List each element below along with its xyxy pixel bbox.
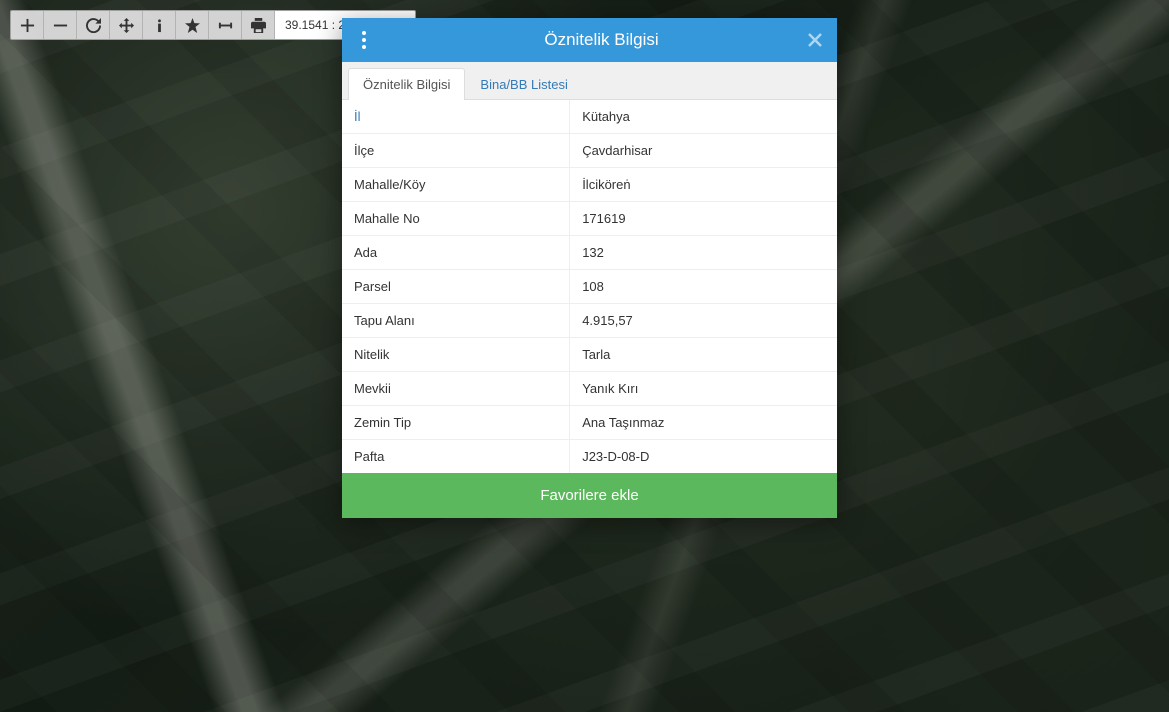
attr-value: 108	[570, 270, 837, 304]
measure-button[interactable]	[209, 11, 242, 39]
attr-value: Yanık Kırı	[570, 372, 837, 406]
attr-value: J23-D-08-D	[570, 440, 837, 474]
info-button[interactable]	[143, 11, 176, 39]
add-to-favorites-button[interactable]: Favorilere ekle	[342, 473, 837, 518]
favorite-button[interactable]	[176, 11, 209, 39]
attr-value: 4.915,57	[570, 304, 837, 338]
zoom-in-button[interactable]	[11, 11, 44, 39]
attr-value: Tarla	[570, 338, 837, 372]
attr-key: İlçe	[342, 134, 570, 168]
kebab-icon	[362, 31, 366, 49]
refresh-icon	[86, 18, 101, 33]
close-icon	[808, 33, 822, 47]
table-row: İlKütahya	[342, 100, 837, 134]
attribute-table: İlKütahyaİlçeÇavdarhisarMahalle/Köyİlcik…	[342, 100, 837, 473]
move-icon	[119, 18, 134, 33]
modal-close-button[interactable]	[801, 26, 829, 54]
attr-key: Ada	[342, 236, 570, 270]
modal-tabs: Öznitelik Bilgisi Bina/BB Listesi	[342, 62, 837, 100]
ruler-icon	[218, 18, 233, 33]
tab-bina-bb[interactable]: Bina/BB Listesi	[465, 68, 582, 100]
zoom-out-button[interactable]	[44, 11, 77, 39]
minus-icon	[53, 18, 68, 33]
table-row: Parsel108	[342, 270, 837, 304]
attr-value: İlciköreṅ	[570, 168, 837, 202]
attr-key: Tapu Alanı	[342, 304, 570, 338]
table-row: Mahalle/Köyİlciköreṅ	[342, 168, 837, 202]
table-row: Mahalle No171619	[342, 202, 837, 236]
modal-menu-button[interactable]	[342, 31, 386, 49]
modal-header: Öznitelik Bilgisi	[342, 18, 837, 62]
print-icon	[251, 18, 266, 33]
table-row: MevkiiYanık Kırı	[342, 372, 837, 406]
star-icon	[185, 18, 200, 33]
modal-title: Öznitelik Bilgisi	[386, 30, 837, 50]
attr-key: Mahalle No	[342, 202, 570, 236]
attr-value: Kütahya	[570, 100, 837, 134]
info-icon	[152, 18, 167, 33]
table-row: Tapu Alanı4.915,57	[342, 304, 837, 338]
attr-value: Ana Taşınmaz	[570, 406, 837, 440]
print-button[interactable]	[242, 11, 275, 39]
refresh-button[interactable]	[77, 11, 110, 39]
attr-key[interactable]: İl	[342, 100, 570, 134]
attr-value: Çavdarhisar	[570, 134, 837, 168]
table-row: Ada132	[342, 236, 837, 270]
attr-key: Parsel	[342, 270, 570, 304]
attr-value: 171619	[570, 202, 837, 236]
attr-value: 132	[570, 236, 837, 270]
attr-key: Zemin Tip	[342, 406, 570, 440]
table-row: İlçeÇavdarhisar	[342, 134, 837, 168]
attribute-info-modal: Öznitelik Bilgisi Öznitelik Bilgisi Bina…	[342, 18, 837, 518]
attr-key: Pafta	[342, 440, 570, 474]
plus-icon	[20, 18, 35, 33]
fullscreen-button[interactable]	[110, 11, 143, 39]
attr-key: Mevkii	[342, 372, 570, 406]
tab-attributes[interactable]: Öznitelik Bilgisi	[348, 68, 465, 100]
attr-key: Mahalle/Köy	[342, 168, 570, 202]
table-row: PaftaJ23-D-08-D	[342, 440, 837, 474]
table-row: NitelikTarla	[342, 338, 837, 372]
table-row: Zemin TipAna Taşınmaz	[342, 406, 837, 440]
attr-key: Nitelik	[342, 338, 570, 372]
